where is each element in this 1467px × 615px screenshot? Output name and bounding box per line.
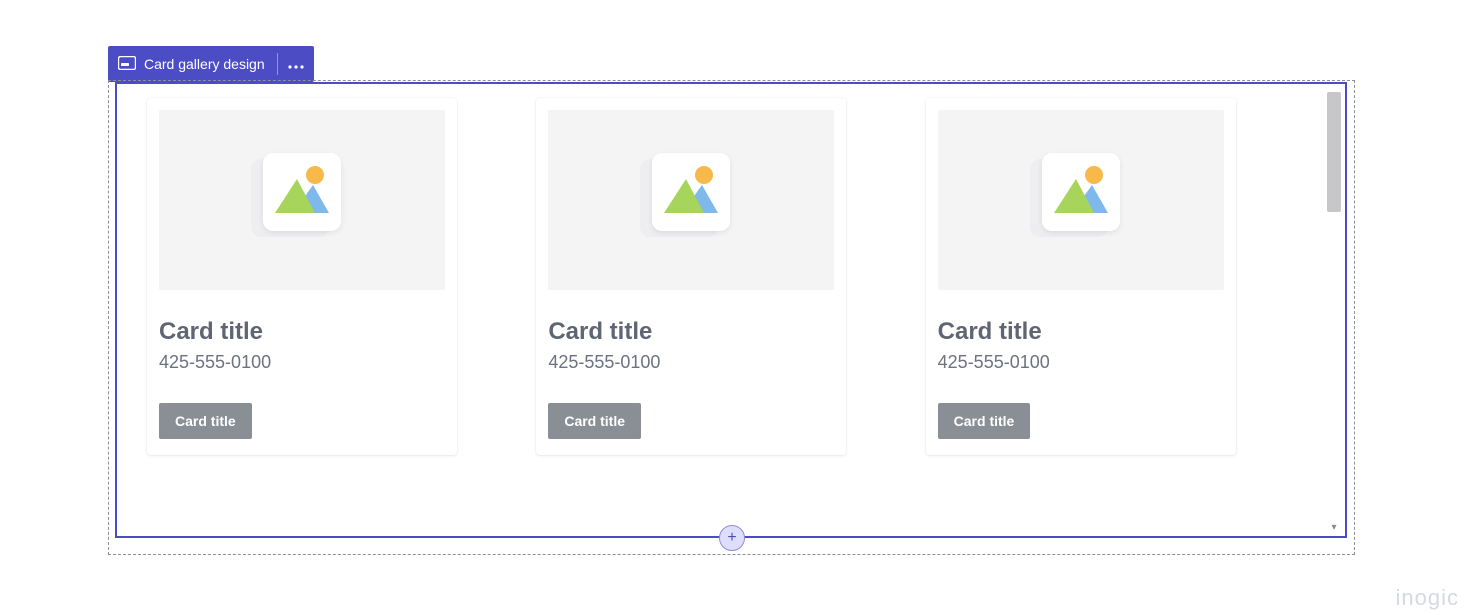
- card-title: Card title: [159, 318, 445, 346]
- card-button[interactable]: Card title: [938, 403, 1031, 439]
- card-button[interactable]: Card title: [548, 403, 641, 439]
- card-image-placeholder: [159, 110, 445, 290]
- card-gallery-icon: [118, 56, 136, 73]
- gallery-card[interactable]: Card title 425-555-0100 Card title: [926, 98, 1236, 455]
- scroll-down-icon[interactable]: ▾: [1329, 522, 1339, 532]
- gallery-card[interactable]: Card title 425-555-0100 Card title: [147, 98, 457, 455]
- plus-icon: +: [727, 529, 736, 547]
- selection-label: Card gallery design: [144, 56, 265, 72]
- watermark-logo: inogic: [1396, 585, 1459, 611]
- card-gallery-container[interactable]: Card title 425-555-0100 Card title: [115, 82, 1347, 538]
- card-image-placeholder: [548, 110, 834, 290]
- card-subtitle: 425-555-0100: [548, 352, 834, 373]
- selection-tag[interactable]: Card gallery design: [108, 46, 314, 82]
- scrollbar-thumb[interactable]: [1327, 92, 1341, 212]
- more-options-button[interactable]: [278, 56, 314, 72]
- add-row-button[interactable]: +: [719, 525, 745, 551]
- cards-row: Card title 425-555-0100 Card title: [117, 84, 1345, 455]
- more-icon: [288, 56, 304, 72]
- image-placeholder-icon: [652, 153, 730, 231]
- card-subtitle: 425-555-0100: [938, 352, 1224, 373]
- gallery-scroll-area: Card title 425-555-0100 Card title: [117, 84, 1345, 536]
- gallery-card[interactable]: Card title 425-555-0100 Card title: [536, 98, 846, 455]
- image-placeholder-icon: [263, 153, 341, 231]
- vertical-scrollbar[interactable]: ▴ ▾: [1327, 92, 1341, 530]
- selection-tag-label-area: Card gallery design: [108, 56, 277, 73]
- card-subtitle: 425-555-0100: [159, 352, 445, 373]
- card-title: Card title: [548, 318, 834, 346]
- card-title: Card title: [938, 318, 1224, 346]
- card-button[interactable]: Card title: [159, 403, 252, 439]
- card-image-placeholder: [938, 110, 1224, 290]
- image-placeholder-icon: [1042, 153, 1120, 231]
